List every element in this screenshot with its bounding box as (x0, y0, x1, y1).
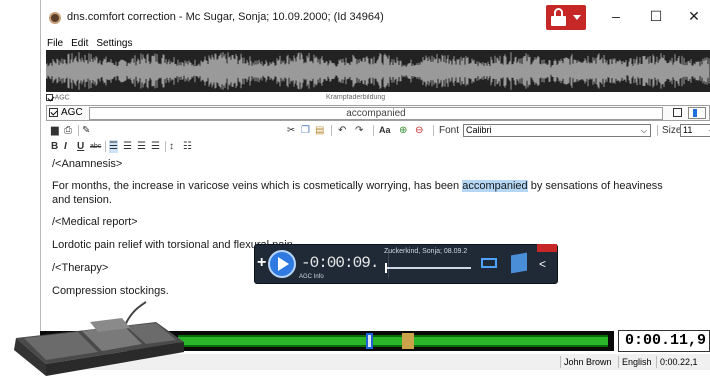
justify-icon[interactable]: ☰ (151, 140, 160, 153)
paragraph-therapy: Compression stockings. (52, 285, 169, 297)
player-widget[interactable]: + -0:00:09. Zuckerkind, Sonja; 08.09.2 A… (254, 244, 558, 284)
menu-bar: File Edit Settings (47, 38, 133, 50)
status-language: English (618, 356, 655, 368)
current-time-display: 0:00.11,9 (618, 330, 710, 352)
timeline-progress (178, 335, 608, 347)
italic-button[interactable]: I (64, 140, 67, 153)
align-left-icon[interactable]: ☰ (109, 140, 118, 153)
player-sub-labels: AGC Info (299, 274, 324, 280)
timeline-marker[interactable] (402, 333, 414, 349)
font-select[interactable]: Calibri ⌵ (463, 124, 651, 137)
menu-file[interactable]: File (47, 38, 63, 50)
window-title: dns.comfort correction - Mc Sugar, Sonja… (67, 11, 384, 23)
align-center-icon[interactable]: ☰ (123, 140, 132, 153)
player-info: Zuckerkind, Sonja; 08.09.2 (384, 248, 468, 255)
copy-icon[interactable]: ❐ (301, 124, 310, 137)
agc-hidden-label: AGC (54, 94, 70, 102)
maximize-button[interactable]: ☐ (646, 8, 666, 25)
agc-row: AGC accompanied (46, 105, 710, 121)
agc-label: AGC (61, 107, 83, 118)
agc-checkbox-top[interactable] (46, 94, 53, 101)
line-spacing-icon[interactable]: ↕ (169, 140, 174, 153)
player-time: -0:00:09. (301, 254, 379, 272)
document-icon[interactable] (511, 252, 527, 274)
agc-checkbox[interactable] (49, 108, 58, 117)
lock-dropdown-button[interactable] (546, 5, 586, 30)
font-label: Font (439, 125, 460, 136)
remove-word-icon[interactable]: ⊖ (415, 124, 423, 137)
strikethrough-button[interactable]: abc (90, 140, 101, 153)
menu-settings[interactable]: Settings (96, 38, 132, 50)
next-icon[interactable]: < (539, 257, 546, 271)
minimize-button[interactable]: – (606, 8, 626, 24)
bold-button[interactable]: B (51, 140, 58, 153)
timeline-cursor[interactable] (366, 333, 373, 349)
menu-edit[interactable]: Edit (71, 38, 88, 50)
status-duration: 0:00.22,1 (656, 356, 701, 368)
size-label: Size (662, 125, 682, 136)
size-select[interactable]: 11 ⌵ (680, 124, 710, 137)
redo-icon[interactable]: ↷ (355, 124, 363, 137)
app-logo-icon (49, 12, 61, 24)
player-progress-track[interactable] (385, 267, 471, 269)
hidden-word: Krampfaderbildung (326, 94, 386, 101)
monitor-icon[interactable] (481, 258, 497, 268)
close-button[interactable]: ✕ (684, 8, 704, 25)
volume-slider[interactable] (688, 107, 706, 119)
current-word-field: accompanied (89, 107, 663, 120)
save-icon[interactable]: ▆ (51, 124, 59, 137)
foot-pedal-image (14, 301, 184, 376)
underline-button[interactable]: U (77, 140, 84, 153)
paragraph-anamnesis: For months, the increase in varicose vei… (52, 180, 663, 192)
toolbar-row-1: ▆ ⎙ ✎ ✂ ❐ ▤ ↶ ↷ Aa ⊕ ⊖ Font Calibri ⌵ Si… (51, 123, 710, 139)
section-therapy: /<Therapy> (52, 262, 109, 274)
waveform-path (46, 52, 710, 90)
font-case-icon[interactable]: Aa (379, 124, 391, 137)
undo-icon[interactable]: ↶ (338, 124, 346, 137)
chevron-down-icon: ⌵ (640, 126, 647, 135)
align-right-icon[interactable]: ☰ (137, 140, 146, 153)
chevron-down-icon (573, 15, 581, 20)
cut-icon[interactable]: ✂ (287, 124, 295, 137)
add-word-icon[interactable]: ⊕ (399, 124, 407, 137)
size-value: 11 (683, 125, 693, 135)
player-close-button[interactable] (537, 244, 557, 252)
font-value: Calibri (466, 125, 492, 135)
play-button[interactable] (268, 250, 296, 278)
waveform-display[interactable] (46, 50, 710, 92)
bullet-list-icon[interactable]: ☷ (183, 140, 192, 153)
agc-hidden-row: AGC Krampfaderbildung (46, 94, 710, 104)
section-anamnesis: /<Anamnesis> (52, 158, 123, 170)
status-user: John Brown (560, 356, 615, 368)
waveform-graphic (46, 52, 710, 90)
plus-icon[interactable]: + (257, 254, 266, 272)
option-checkbox[interactable] (673, 108, 682, 117)
section-medical-report: /<Medical report> (52, 216, 138, 228)
player-progress-thumb[interactable] (385, 263, 387, 273)
paragraph-anamnesis-cont: and tension. (52, 194, 112, 206)
edit-icon[interactable]: ✎ (82, 124, 90, 137)
paste-icon[interactable]: ▤ (315, 124, 324, 137)
highlighted-word: accompanied (462, 180, 528, 192)
play-icon (278, 257, 289, 271)
title-bar: dns.comfort correction - Mc Sugar, Sonja… (41, 0, 710, 38)
print-icon[interactable]: ⎙ (64, 124, 72, 137)
toolbar-row-2: B I U abc ☰ ☰ ☰ ☰ ↕ ☷ (51, 139, 710, 153)
slider-thumb[interactable] (693, 109, 697, 117)
